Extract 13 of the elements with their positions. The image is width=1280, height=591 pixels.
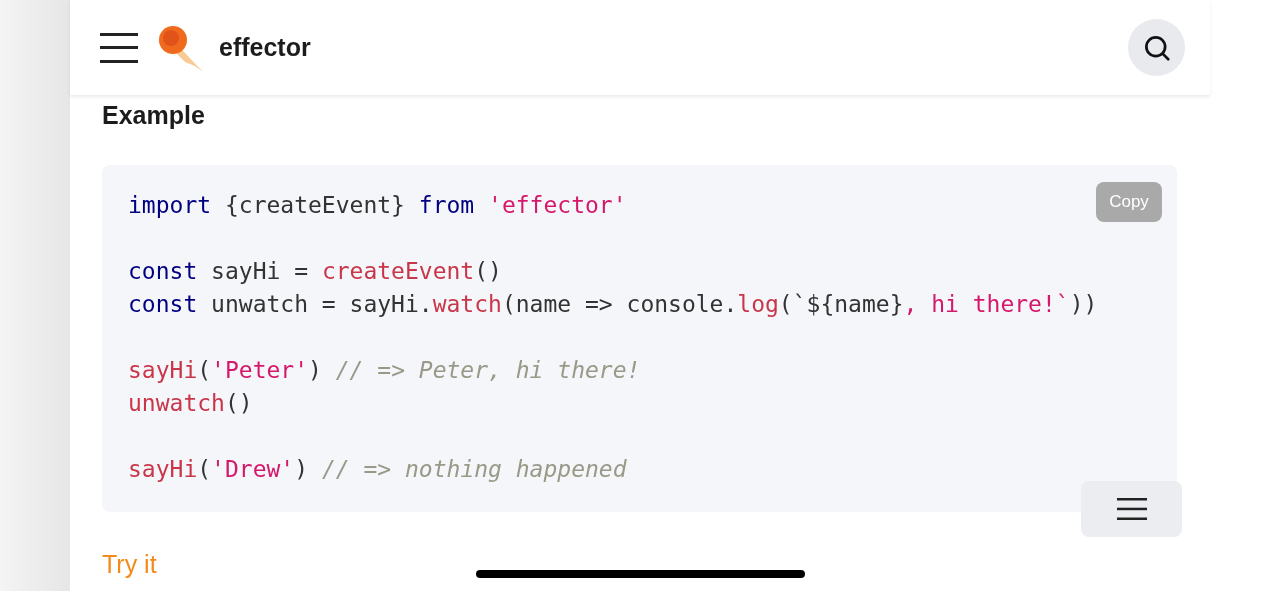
try-it-link[interactable]: Try it	[102, 548, 157, 580]
copy-button[interactable]: Copy	[1096, 182, 1162, 222]
code-line: const sayHi = createEvent()	[128, 257, 502, 286]
section-title: Example	[102, 100, 205, 131]
floating-menu-button[interactable]	[1081, 481, 1182, 537]
menu-icon[interactable]	[100, 32, 138, 63]
code-line: import {createEvent} from 'effector'	[128, 191, 627, 220]
brand-name[interactable]: effector	[219, 28, 311, 67]
code-line: const unwatch = sayHi.watch(name => console.log(`${name}, hi there!`))	[128, 290, 1098, 319]
code-line: sayHi('Peter') // => Peter, hi there!	[128, 356, 641, 385]
code-line: unwatch()	[128, 389, 253, 418]
code-line: sayHi('Drew') // => nothing happened	[128, 455, 627, 484]
menu-icon	[1116, 498, 1147, 520]
